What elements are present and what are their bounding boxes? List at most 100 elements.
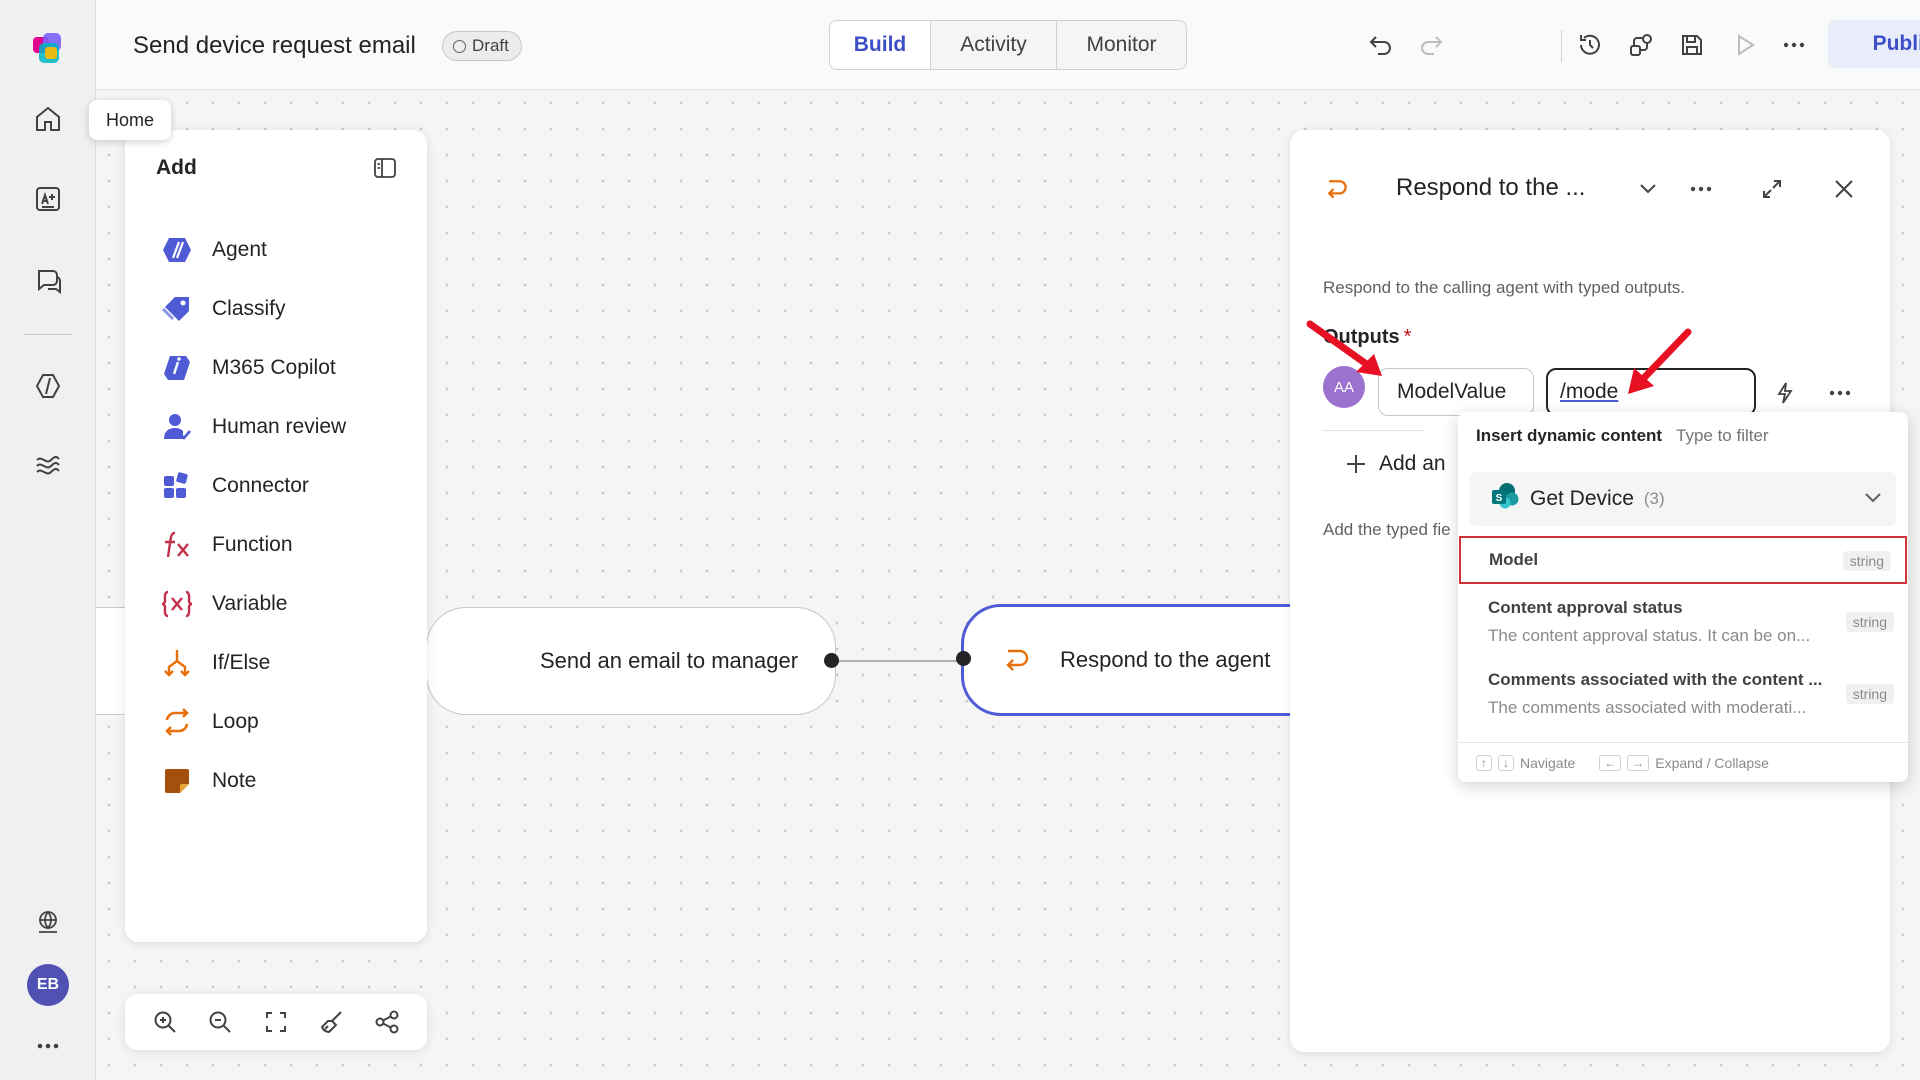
add-item-connector[interactable]: Connector <box>160 464 309 508</box>
page-title: Send device request email <box>133 32 416 59</box>
add-item-if-else[interactable]: If/Else <box>160 641 270 685</box>
redo-icon[interactable] <box>1414 28 1448 62</box>
type-badge: string <box>1845 684 1894 704</box>
tab-build[interactable]: Build <box>830 21 930 69</box>
add-panel-title: Add <box>156 156 197 179</box>
dynamic-item-description: The content approval status. It can be o… <box>1488 626 1811 645</box>
add-item-note[interactable]: Note <box>160 759 256 803</box>
add-output-label: Add an <box>1379 452 1446 475</box>
group-count: (3) <box>1643 489 1665 508</box>
tab-activity[interactable]: Activity <box>930 21 1056 69</box>
add-item-variable[interactable]: Variable <box>160 582 288 626</box>
arrow-right-key-icon: → <box>1627 754 1650 771</box>
respond-icon <box>1002 645 1032 681</box>
home-tooltip: Home <box>89 100 172 140</box>
add-item-label: M365 Copilot <box>212 356 336 379</box>
output-value-field[interactable]: /mode <box>1546 368 1756 416</box>
home-icon[interactable] <box>24 95 72 143</box>
flash-icon[interactable] <box>1770 378 1800 408</box>
output-type-avatar[interactable]: AA <box>1323 366 1365 408</box>
add-item-agent[interactable]: Agent <box>160 228 267 272</box>
cleanup-icon[interactable] <box>315 1005 349 1039</box>
input-port[interactable] <box>956 651 971 666</box>
chevron-down-icon[interactable] <box>1631 172 1665 206</box>
layout-icon[interactable] <box>370 1005 404 1039</box>
collapse-panel-icon[interactable] <box>369 152 401 184</box>
save-icon[interactable] <box>1675 28 1709 62</box>
add-item-label: Function <box>212 533 293 556</box>
output-row-more-icon[interactable] <box>1825 378 1855 408</box>
zoom-out-icon[interactable] <box>203 1005 237 1039</box>
flows-icon[interactable] <box>24 442 72 490</box>
panel-title: Respond to the ... <box>1396 174 1586 201</box>
chat-icon[interactable] <box>24 256 72 304</box>
publish-button[interactable]: Publish <box>1828 20 1920 68</box>
type-badge: string <box>1842 551 1891 571</box>
app-logo-icon[interactable] <box>24 24 72 72</box>
plus-icon <box>1347 455 1365 473</box>
chevron-down-icon[interactable] <box>1864 486 1882 510</box>
dynamic-content-filter[interactable] <box>1676 426 1876 446</box>
add-item-loop[interactable]: Loop <box>160 700 259 744</box>
status-badge-label: Draft <box>472 36 509 55</box>
add-item-label: If/Else <box>212 651 271 674</box>
node-label: Send an email to manager <box>540 648 799 673</box>
top-bar: Send device request email Draft Build Ac… <box>96 0 1920 90</box>
dynamic-item-title: Model <box>1489 550 1539 569</box>
copilot-icon <box>160 351 194 385</box>
outputs-label-text: Outputs <box>1323 326 1400 348</box>
add-item-label: Note <box>212 769 257 792</box>
add-item-label: Variable <box>212 592 288 615</box>
add-item-label: Classify <box>212 297 286 320</box>
user-avatar[interactable]: EB <box>27 964 69 1006</box>
history-icon[interactable] <box>1573 28 1607 62</box>
add-item-label: Human review <box>212 415 347 438</box>
draft-dot-icon <box>453 39 466 53</box>
more-icon[interactable] <box>24 1022 72 1070</box>
fit-view-icon[interactable] <box>259 1005 293 1039</box>
close-icon[interactable] <box>1827 172 1861 206</box>
output-name-field[interactable]: ModelValue <box>1378 368 1534 416</box>
divider <box>1323 430 1423 431</box>
create-icon[interactable] <box>24 175 72 223</box>
add-item-label: Agent <box>212 238 267 261</box>
panel-more-icon[interactable] <box>1684 172 1718 206</box>
node-send-email[interactable]: Send an email to manager <box>426 607 839 715</box>
group-name: Get Device <box>1530 487 1634 510</box>
note-icon <box>160 764 194 798</box>
zoom-in-icon[interactable] <box>148 1005 182 1039</box>
dynamic-item-description: The comments associated with moderati... <box>1488 698 1807 717</box>
add-output-button[interactable]: Add an <box>1345 452 1446 476</box>
globe-icon[interactable] <box>24 898 72 946</box>
dynamic-item-model[interactable]: Model string <box>1459 536 1907 584</box>
arrow-up-key-icon: ↑ <box>1476 754 1492 771</box>
add-item-human-review[interactable]: Human review <box>160 405 346 449</box>
tab-monitor[interactable]: Monitor <box>1056 21 1186 69</box>
panel-description: Respond to the calling agent with typed … <box>1323 278 1685 297</box>
connections-icon[interactable] <box>1624 28 1658 62</box>
arrow-left-key-icon: ← <box>1599 754 1622 771</box>
connector-icon <box>160 469 194 503</box>
outputs-label: Outputs * <box>1323 326 1411 349</box>
more-options-icon[interactable] <box>1777 28 1811 62</box>
dynamic-item-comments[interactable]: Comments associated with the content ...… <box>1458 670 1908 736</box>
expand-collapse-hint: Expand / Collapse <box>1655 754 1769 771</box>
dynamic-group-get-device[interactable]: S Get Device (3) <box>1470 472 1896 526</box>
play-icon[interactable] <box>1728 28 1762 62</box>
dynamic-item-content-approval[interactable]: Content approval status The content appr… <box>1458 598 1908 664</box>
add-item-m365-copilot[interactable]: M365 Copilot <box>160 346 336 390</box>
output-port[interactable] <box>824 653 839 668</box>
required-mark: * <box>1403 326 1412 348</box>
undo-icon[interactable] <box>1364 28 1398 62</box>
output-value-text: /mode <box>1560 380 1619 403</box>
add-item-classify[interactable]: Classify <box>160 287 286 331</box>
type-badge: string <box>1845 612 1894 632</box>
add-item-function[interactable]: Function <box>160 523 293 567</box>
status-badge: Draft <box>442 31 522 61</box>
agents-icon[interactable] <box>24 362 72 410</box>
if-else-icon <box>160 646 194 680</box>
expand-icon[interactable] <box>1755 172 1789 206</box>
dynamic-content-title: Insert dynamic content <box>1476 426 1663 445</box>
rail-divider <box>24 334 72 335</box>
classify-icon <box>160 292 194 326</box>
